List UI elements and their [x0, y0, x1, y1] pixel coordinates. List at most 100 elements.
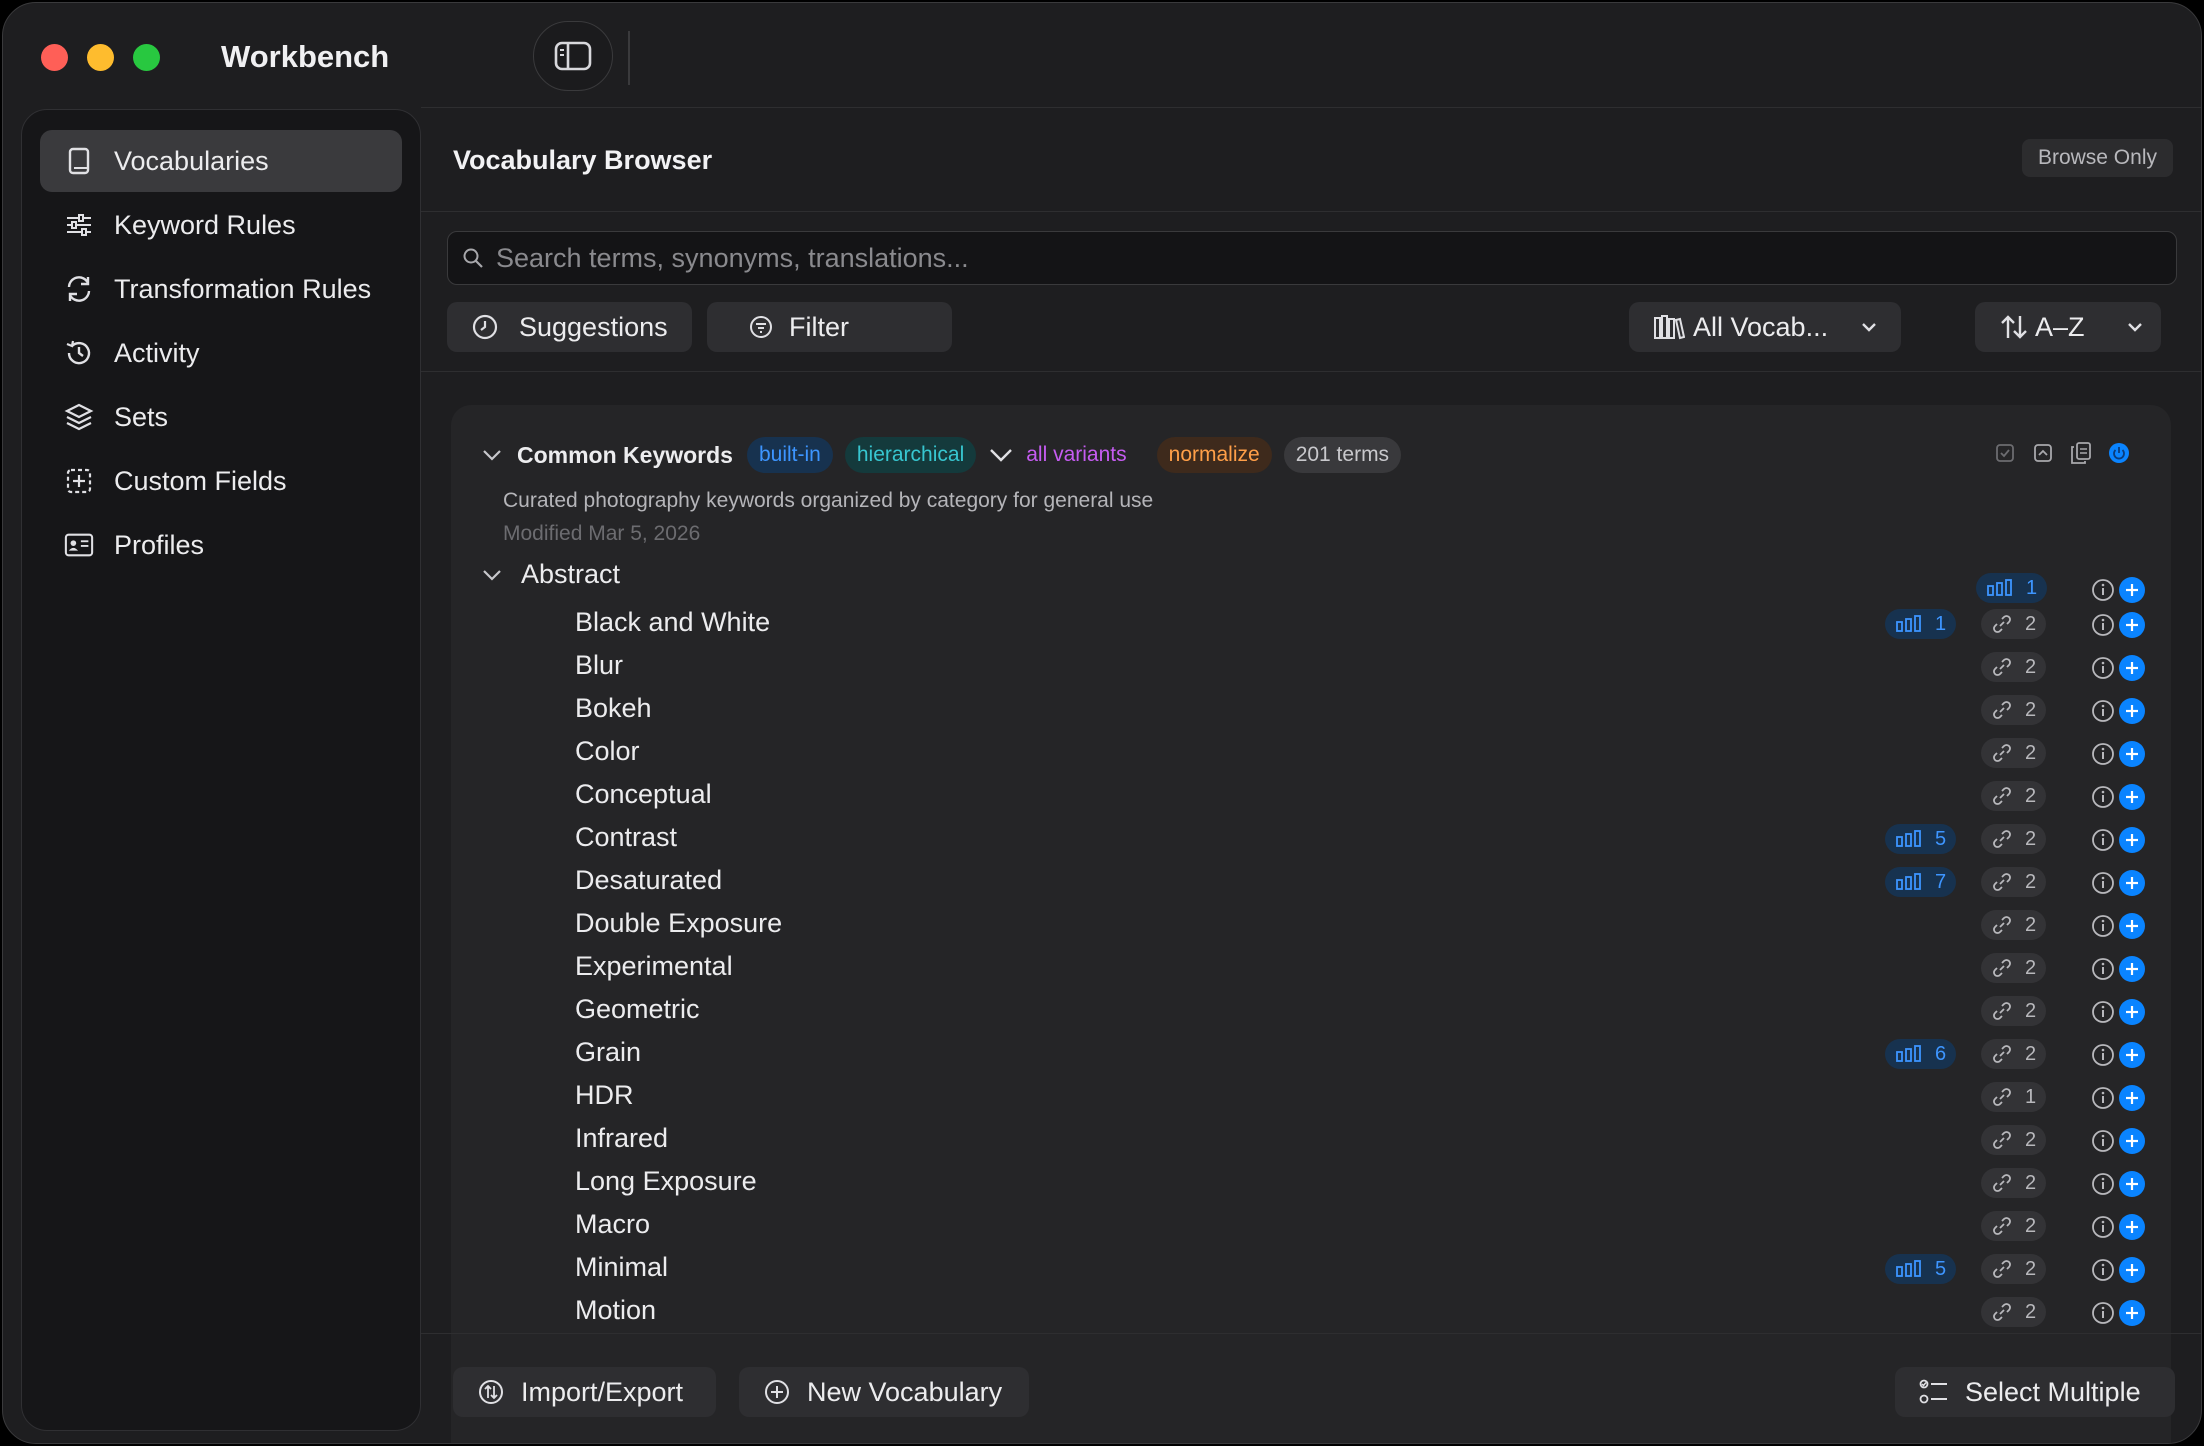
suggestions-button[interactable]: Suggestions	[447, 302, 692, 352]
synonym-link-badge[interactable]: 2	[1981, 910, 2047, 940]
usage-count-badge[interactable]: 1	[1885, 609, 1957, 639]
synonym-link-badge[interactable]: 1	[1981, 1082, 2047, 1112]
info-icon[interactable]	[2091, 828, 2115, 852]
usage-count-badge[interactable]: 6	[1885, 1039, 1957, 1069]
term-row[interactable]: Geometric 2	[451, 990, 2171, 1033]
term-row[interactable]: Long Exposure 2	[451, 1162, 2171, 1205]
search-input[interactable]	[496, 242, 2096, 274]
term-row[interactable]: Blur 2	[451, 646, 2171, 689]
import-export-button[interactable]: Import/Export	[453, 1367, 716, 1417]
synonym-link-badge[interactable]: 2	[1981, 695, 2047, 725]
sidebar-item-sets[interactable]: Sets	[40, 386, 402, 448]
term-row[interactable]: Double Exposure 2	[451, 904, 2171, 947]
synonym-link-badge[interactable]: 2	[1981, 1211, 2047, 1241]
add-term-button[interactable]	[2119, 913, 2145, 939]
add-term-button[interactable]	[2119, 999, 2145, 1025]
add-term-button[interactable]	[2119, 612, 2145, 638]
add-term-button[interactable]	[2119, 827, 2145, 853]
term-row[interactable]: Black and White 1 2	[451, 603, 2171, 646]
collapse-chevron-icon[interactable]	[481, 568, 503, 582]
info-icon[interactable]	[2091, 578, 2115, 602]
add-term-button[interactable]	[2119, 1128, 2145, 1154]
info-icon[interactable]	[2091, 1086, 2115, 1110]
term-row[interactable]: Bokeh 2	[451, 689, 2171, 732]
info-icon[interactable]	[2091, 656, 2115, 680]
term-row[interactable]: Motion 2	[451, 1291, 2171, 1334]
term-row[interactable]: Experimental 2	[451, 947, 2171, 990]
close-window-button[interactable]	[41, 44, 68, 71]
add-term-button[interactable]	[2119, 655, 2145, 681]
zoom-window-button[interactable]	[133, 44, 160, 71]
usage-count-badge[interactable]: 7	[1885, 867, 1957, 897]
synonym-link-badge[interactable]: 2	[1981, 652, 2047, 682]
term-row[interactable]: Color 2	[451, 732, 2171, 775]
add-term-button[interactable]	[2119, 1171, 2145, 1197]
term-row[interactable]: HDR 1	[451, 1076, 2171, 1119]
info-icon[interactable]	[2091, 871, 2115, 895]
add-term-button[interactable]	[2119, 1300, 2145, 1326]
checkbox-select-icon[interactable]	[1993, 441, 2017, 465]
search-field[interactable]	[447, 231, 2177, 285]
term-row[interactable]: Desaturated 7 2	[451, 861, 2171, 904]
synonym-link-badge[interactable]: 2	[1981, 738, 2047, 768]
add-term-button[interactable]	[2119, 870, 2145, 896]
info-icon[interactable]	[2091, 1129, 2115, 1153]
synonym-link-badge[interactable]: 2	[1981, 953, 2047, 983]
synonym-link-badge[interactable]: 2	[1981, 996, 2047, 1026]
synonym-link-badge[interactable]: 2	[1981, 781, 2047, 811]
add-term-button[interactable]	[2119, 577, 2145, 603]
info-icon[interactable]	[2091, 699, 2115, 723]
term-row[interactable]: Grain 6 2	[451, 1033, 2171, 1076]
synonym-link-badge[interactable]: 2	[1981, 867, 2047, 897]
info-icon[interactable]	[2091, 1258, 2115, 1282]
sidebar-item-vocabularies[interactable]: Vocabularies	[40, 130, 402, 192]
collapse-all-icon[interactable]	[2031, 441, 2055, 465]
usage-count-badge[interactable]: 5	[1885, 824, 1957, 854]
synonym-link-badge[interactable]: 2	[1981, 1125, 2047, 1155]
add-term-button[interactable]	[2119, 956, 2145, 982]
info-icon[interactable]	[2091, 1172, 2115, 1196]
new-vocabulary-button[interactable]: New Vocabulary	[739, 1367, 1029, 1417]
info-icon[interactable]	[2091, 785, 2115, 809]
minimize-window-button[interactable]	[87, 44, 114, 71]
power-toggle-icon[interactable]	[2107, 441, 2131, 465]
group-row[interactable]: Abstract	[481, 559, 620, 590]
synonym-link-badge[interactable]: 2	[1981, 1168, 2047, 1198]
info-icon[interactable]	[2091, 957, 2115, 981]
add-term-button[interactable]	[2119, 784, 2145, 810]
term-row[interactable]: Infrared 2	[451, 1119, 2171, 1162]
sort-select[interactable]: A–Z	[1975, 302, 2161, 352]
add-term-button[interactable]	[2119, 698, 2145, 724]
sidebar-item-transformation-rules[interactable]: Transformation Rules	[40, 258, 402, 320]
usage-count-badge[interactable]: 5	[1885, 1254, 1957, 1284]
add-term-button[interactable]	[2119, 741, 2145, 767]
add-term-button[interactable]	[2119, 1085, 2145, 1111]
info-icon[interactable]	[2091, 914, 2115, 938]
duplicate-icon[interactable]	[2069, 441, 2093, 465]
select-multiple-button[interactable]: Select Multiple	[1895, 1367, 2175, 1417]
term-row[interactable]: Minimal 5 2	[451, 1248, 2171, 1291]
synonym-link-badge[interactable]: 2	[1981, 824, 2047, 854]
info-icon[interactable]	[2091, 1215, 2115, 1239]
sidebar-item-profiles[interactable]: Profiles	[40, 514, 402, 576]
synonym-link-badge[interactable]: 2	[1981, 609, 2047, 639]
sidebar-item-activity[interactable]: Activity	[40, 322, 402, 384]
add-term-button[interactable]	[2119, 1214, 2145, 1240]
sidebar-item-keyword-rules[interactable]: Keyword Rules	[40, 194, 402, 256]
add-term-button[interactable]	[2119, 1257, 2145, 1283]
collapse-chevron-icon[interactable]	[481, 448, 503, 462]
synonym-link-badge[interactable]: 2	[1981, 1039, 2047, 1069]
term-row[interactable]: Contrast 5 2	[451, 818, 2171, 861]
sidebar-toggle-button[interactable]	[533, 21, 613, 91]
info-icon[interactable]	[2091, 1301, 2115, 1325]
vocabulary-select[interactable]: All Vocab...	[1629, 302, 1901, 352]
sidebar-item-custom-fields[interactable]: Custom Fields	[40, 450, 402, 512]
synonym-link-badge[interactable]: 2	[1981, 1254, 2047, 1284]
term-row[interactable]: Macro 2	[451, 1205, 2171, 1248]
info-icon[interactable]	[2091, 613, 2115, 637]
usage-count-badge[interactable]: 1	[1976, 573, 2048, 603]
info-icon[interactable]	[2091, 1043, 2115, 1067]
info-icon[interactable]	[2091, 1000, 2115, 1024]
term-row[interactable]: Conceptual 2	[451, 775, 2171, 818]
add-term-button[interactable]	[2119, 1042, 2145, 1068]
